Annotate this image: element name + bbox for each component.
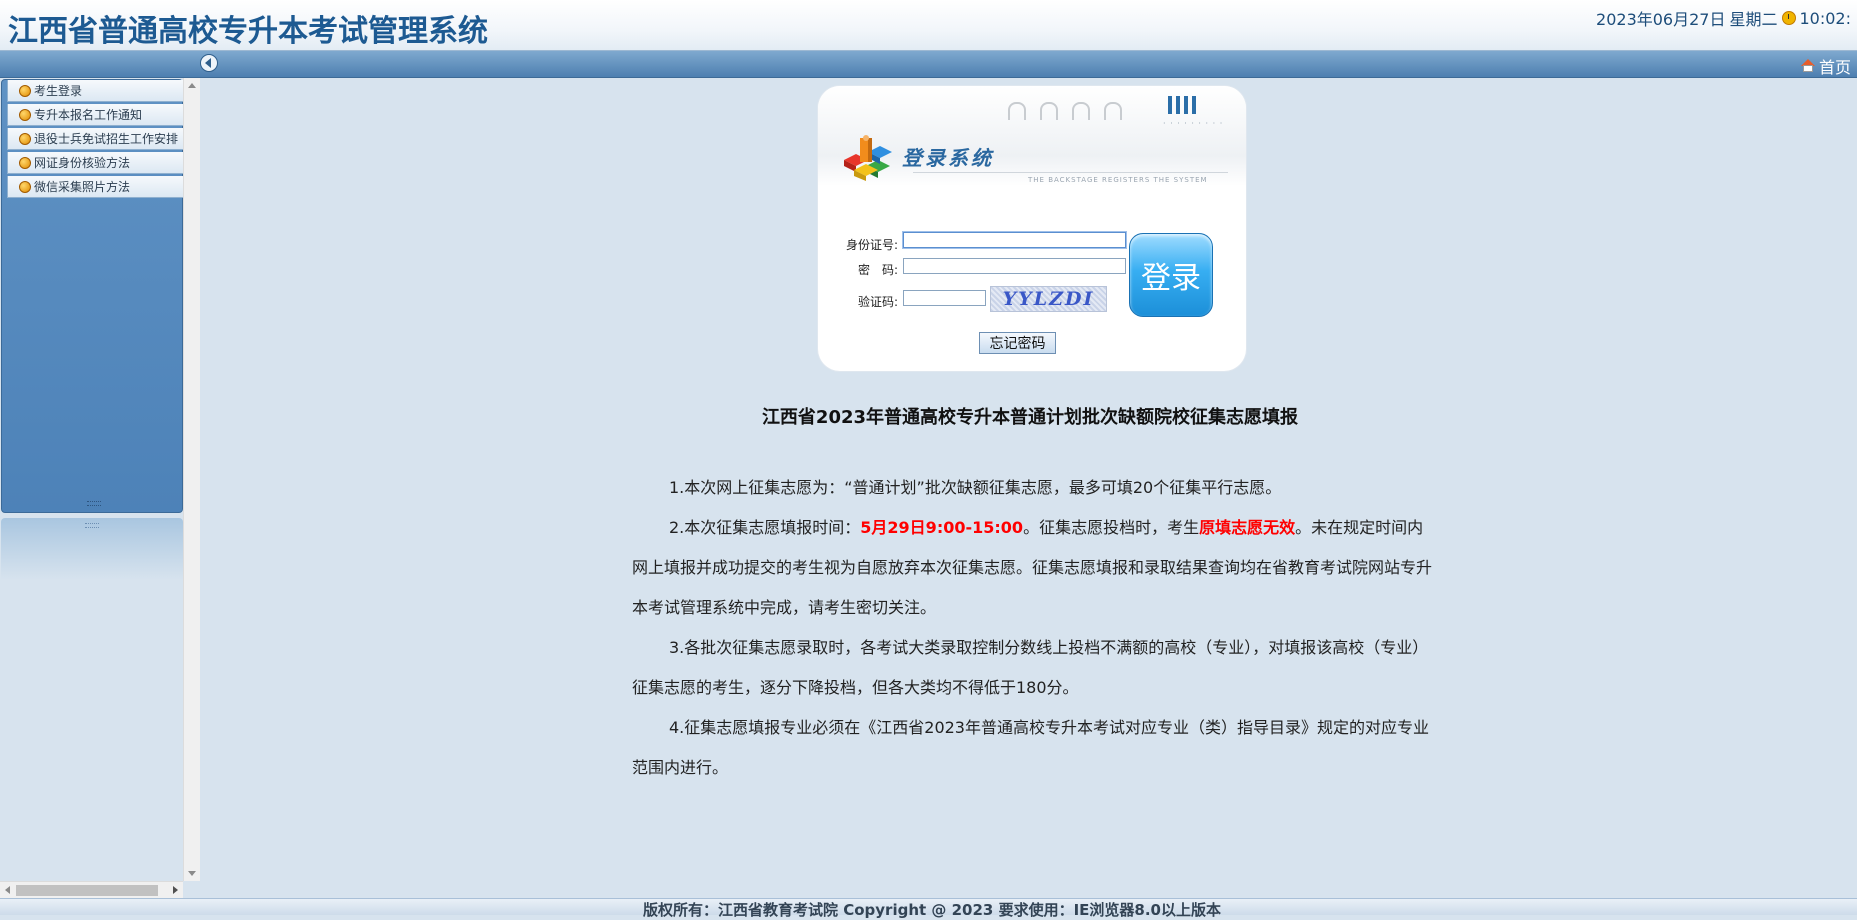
id-number-input[interactable] <box>903 232 1126 248</box>
notice-paragraph-2: 2.本次征集志愿填报时间：5月29日9:00-15:00。征集志愿投档时，考生原… <box>632 518 1433 617</box>
app-title: 江西省普通高校专升本考试管理系统 <box>8 14 488 49</box>
notice-paragraph-1: 1.本次网上征集志愿为：“普通计划”批次缺额征集志愿，最多可填20个征集平行志愿… <box>669 478 1282 497</box>
collapse-sidebar-button[interactable] <box>200 54 218 72</box>
sidebar: 考生登录 专升本报名工作通知 退役士兵免试招生工作安排 网证身份核验方法 微信采… <box>0 78 200 898</box>
login-panel: · · · · · · · · · 登录系统 THE BACKSTAGE REG… <box>818 86 1246 371</box>
login-panel-header: · · · · · · · · · 登录系统 THE BACKSTAGE REG… <box>818 86 1246 186</box>
notice-paragraph-3: 3.各批次征集志愿录取时，各考试大类录取控制分数线上投档不满额的高校（专业），对… <box>632 638 1429 697</box>
header-datetime: 2023年06月27日 星期二 10:02: <box>1596 6 1851 30</box>
sidebar-item-label: 考生登录 <box>34 84 83 98</box>
header-date: 2023年06月27日 <box>1596 10 1726 29</box>
clock-icon <box>1781 11 1796 25</box>
notice-paragraph-4: 4.征集志愿填报专业必须在《江西省2023年普通高校专升本考试对应专业（类）指导… <box>632 718 1429 777</box>
binder-rings-decoration <box>1008 102 1136 124</box>
login-heading: 登录系统 <box>902 146 994 170</box>
menu-bullet-icon <box>19 108 31 121</box>
notice-title: 江西省2023年普通高校专升本普通计划批次缺额院校征集志愿填报 <box>761 407 1299 428</box>
app-header: 江西省普通高校专升本考试管理系统 2023年06月27日 星期二 10:02: <box>0 0 1857 51</box>
sidebar-item-student-login[interactable]: 考生登录 <box>7 80 184 102</box>
sidebar-vertical-scrollbar[interactable] <box>183 78 200 881</box>
home-link[interactable]: 首页 <box>1800 54 1851 78</box>
sidebar-item-registration-notice[interactable]: 专升本报名工作通知 <box>7 104 184 126</box>
forgot-password-button[interactable]: 忘记密码 <box>979 332 1056 354</box>
login-logo-icon <box>844 135 892 181</box>
login-button[interactable]: 登录 <box>1129 233 1213 317</box>
header-weekday: 星期二 <box>1729 10 1778 29</box>
captcha-text: YYLZDI <box>1002 288 1095 310</box>
scrollbar-thumb[interactable] <box>16 885 158 896</box>
page-footer: 版权所有：江西省教育考试院 Copyright @ 2023 要求使用：IE浏览… <box>0 898 1857 919</box>
sidebar-item-label: 专升本报名工作通知 <box>34 108 143 122</box>
captcha-image[interactable]: YYLZDI <box>990 286 1107 312</box>
scroll-right-arrow-icon[interactable] <box>173 886 178 894</box>
menu-bullet-icon <box>19 180 31 193</box>
menu-bullet-icon <box>19 156 31 169</box>
login-subtitle: THE BACKSTAGE REGISTERS THE SYSTEM <box>1028 176 1208 184</box>
sidebar-item-id-verification[interactable]: 网证身份核验方法 <box>7 152 184 174</box>
sidebar-horizontal-scrollbar[interactable] <box>0 881 183 899</box>
home-icon <box>1800 59 1815 73</box>
stripes-decoration <box>1168 96 1196 114</box>
home-label: 首页 <box>1818 58 1851 77</box>
scroll-down-arrow-icon[interactable] <box>188 871 196 876</box>
sidebar-lower-grip[interactable] <box>85 523 99 528</box>
password-input[interactable] <box>903 258 1126 274</box>
menu-bullet-icon <box>19 132 31 145</box>
captcha-label: 验证码: <box>857 295 898 309</box>
scroll-up-arrow-icon[interactable] <box>188 83 196 88</box>
collapse-arrow-icon <box>205 58 211 68</box>
header-time: 10:02: <box>1799 8 1852 28</box>
password-label: 密 码: <box>857 263 898 277</box>
sidebar-item-label: 微信采集照片方法 <box>34 180 131 194</box>
login-divider <box>913 172 1228 173</box>
footer-copyright: 版权所有：江西省教育考试院 Copyright @ 2023 要求使用：IE浏览… <box>643 901 1221 919</box>
id-number-label: 身份证号: <box>845 238 898 252</box>
sidebar-item-wechat-photo[interactable]: 微信采集照片方法 <box>7 176 184 198</box>
notice-body: 1.本次网上征集志愿为：“普通计划”批次缺额征集志愿，最多可填20个征集平行志愿… <box>632 468 1432 788</box>
nav-bar: 首页 <box>0 51 1857 78</box>
deadline-highlight: 5月29日9:00-15:00 <box>860 518 1024 537</box>
sidebar-item-veteran-admission[interactable]: 退役士兵免试招生工作安排 <box>7 128 184 150</box>
sidebar-item-label: 网证身份核验方法 <box>34 156 131 170</box>
sidebar-menu-panel: 考生登录 专升本报名工作通知 退役士兵免试招生工作安排 网证身份核验方法 微信采… <box>1 79 184 513</box>
sidebar-item-label: 退役士兵免试招生工作安排 <box>34 132 179 146</box>
invalid-notice-highlight: 原填志愿无效 <box>1199 518 1296 537</box>
scroll-left-arrow-icon[interactable] <box>5 886 10 894</box>
menu-bullet-icon <box>19 84 31 97</box>
captcha-input[interactable] <box>903 290 986 306</box>
sidebar-resize-grip[interactable] <box>87 501 101 506</box>
